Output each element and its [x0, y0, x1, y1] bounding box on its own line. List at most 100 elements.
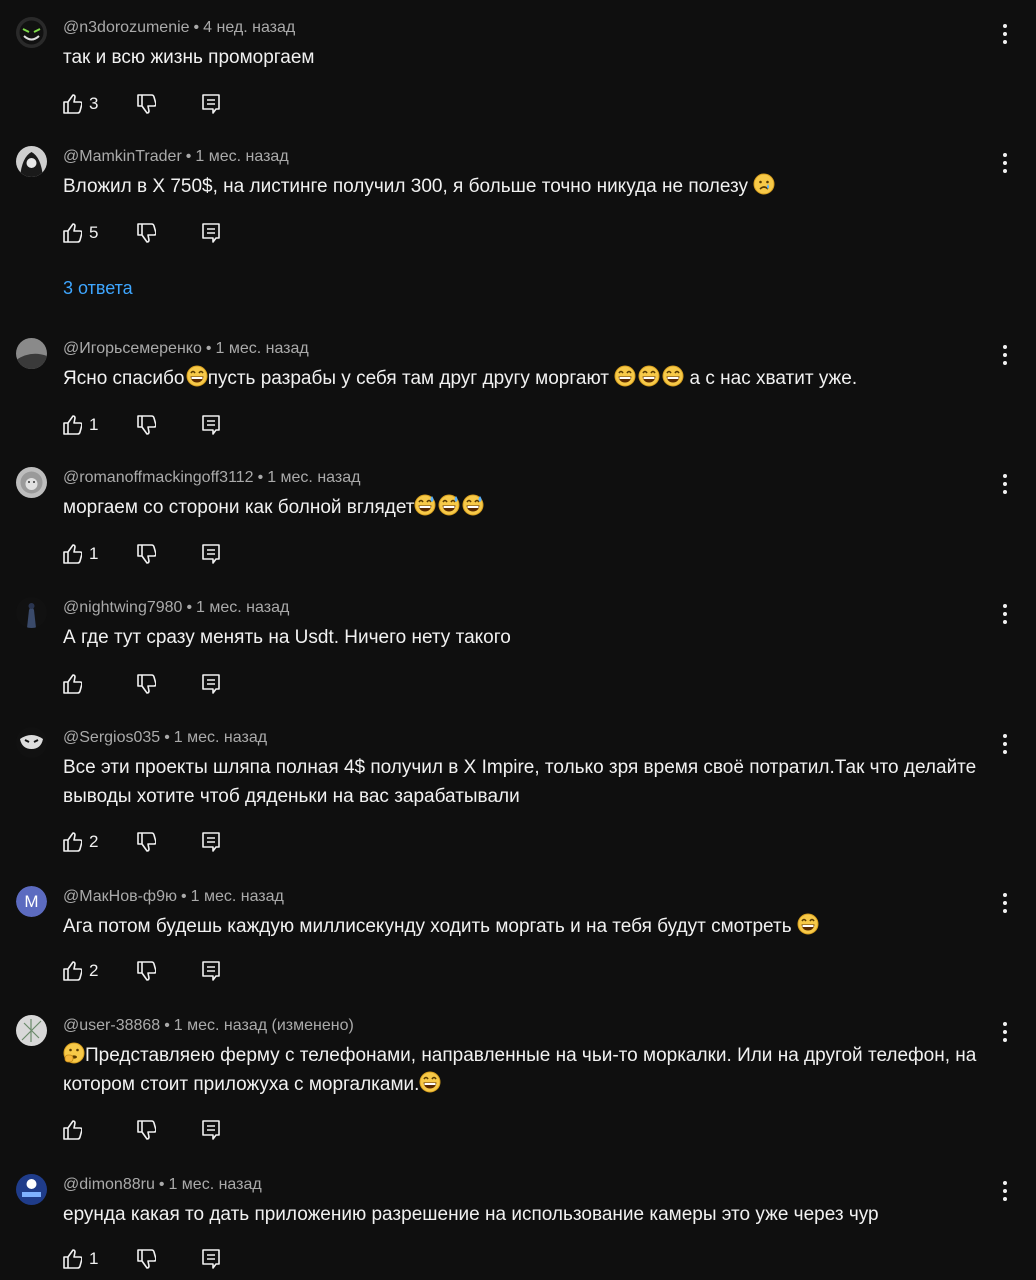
like-icon — [63, 94, 82, 114]
dislike-icon — [137, 94, 156, 114]
more-options-icon[interactable] — [997, 892, 1013, 914]
reply-icon — [202, 94, 220, 114]
comment-time[interactable]: 1 мес. назад — [174, 729, 267, 746]
dislike-icon — [137, 832, 156, 852]
comment-text: так и всю жизнь проморгаем — [63, 47, 315, 68]
comment-author[interactable]: @МакНов-ф9ю — [63, 888, 177, 905]
comment-author[interactable]: @dimon88ru — [63, 1176, 155, 1193]
dislike-button[interactable] — [136, 831, 156, 853]
more-options-icon[interactable] — [997, 603, 1013, 625]
like-count: 2 — [89, 832, 99, 851]
comment-author[interactable]: @MamkinTrader — [63, 148, 182, 165]
like-button[interactable]: 2 — [62, 831, 98, 853]
gray-photo-avatar[interactable] — [16, 338, 47, 369]
dislike-button[interactable] — [136, 1248, 156, 1270]
like-icon — [63, 961, 82, 981]
like-count: 1 — [89, 1249, 99, 1268]
reply-button[interactable] — [201, 673, 221, 695]
more-options-icon[interactable] — [997, 1180, 1013, 1202]
reply-button[interactable] — [201, 222, 221, 244]
more-options-icon[interactable] — [997, 733, 1013, 755]
like-button[interactable]: 2 — [62, 960, 98, 982]
like-button[interactable]: 1 — [62, 414, 98, 436]
reply-button[interactable] — [201, 831, 221, 853]
comment-time[interactable]: 1 мес. назад — [168, 1176, 261, 1193]
reply-button[interactable] — [201, 93, 221, 115]
more-options-icon[interactable] — [997, 344, 1013, 366]
reply-button[interactable] — [201, 1248, 221, 1270]
dislike-icon — [137, 1249, 156, 1269]
comment-time[interactable]: 1 мес. назад — [215, 340, 308, 357]
comment-meta: @n3dorozumenie • 4 нед. назад — [63, 19, 296, 36]
sketch-avatar[interactable] — [16, 1015, 47, 1046]
reply-icon — [202, 674, 220, 694]
letter-avatar[interactable]: М — [16, 886, 47, 917]
dislike-button[interactable] — [136, 960, 156, 982]
grinning-face-emoji — [185, 365, 208, 387]
masked-face-avatar[interactable] — [16, 17, 47, 48]
like-button[interactable] — [62, 1119, 89, 1141]
comment-author[interactable]: @n3dorozumenie — [63, 19, 190, 36]
reply-button[interactable] — [201, 960, 221, 982]
like-button[interactable]: 5 — [62, 222, 98, 244]
reply-icon — [202, 415, 220, 435]
comment-text: Ясно спасибо пусть разрабы у себя там др… — [63, 364, 1003, 393]
grinning-face-emoji — [614, 365, 637, 387]
comment-meta: @nightwing7980 • 1 мес. назад — [63, 599, 290, 616]
grinning-face-emoji — [638, 365, 661, 387]
reply-icon — [202, 832, 220, 852]
comment-meta: @Sergios035 • 1 мес. назад — [63, 729, 268, 746]
comment-author[interactable]: @nightwing7980 — [63, 599, 182, 616]
lion-avatar[interactable] — [16, 467, 47, 498]
more-options-icon[interactable] — [997, 23, 1013, 45]
comment-author[interactable]: @Sergios035 — [63, 729, 160, 746]
dislike-icon — [137, 1120, 156, 1140]
reply-button[interactable] — [201, 414, 221, 436]
blue-logo-avatar[interactable] — [16, 1174, 47, 1205]
reply-icon — [202, 544, 220, 564]
hand-over-mouth-emoji — [63, 1042, 85, 1064]
comment-text: Ага потом будешь каждую миллисекунду ход… — [63, 912, 1003, 941]
dislike-button[interactable] — [136, 673, 156, 695]
comment-time[interactable]: 1 мес. назад — [191, 888, 284, 905]
like-icon — [63, 415, 82, 435]
dislike-button[interactable] — [136, 1119, 156, 1141]
reply-icon — [202, 1249, 220, 1269]
view-replies-link[interactable]: 3 ответа — [63, 278, 133, 299]
comment-time[interactable]: 1 мес. назад — [196, 599, 289, 616]
mask-logo-avatar[interactable] — [16, 727, 47, 758]
comment-author[interactable]: @user-38868 — [63, 1017, 160, 1034]
like-icon — [63, 832, 82, 852]
like-button[interactable]: 3 — [62, 93, 98, 115]
crying-face-emoji — [753, 173, 776, 195]
dark-figure-avatar[interactable] — [16, 597, 47, 628]
comment-text: Представляею ферму с телефонами, направл… — [63, 1041, 1003, 1099]
dislike-button[interactable] — [136, 414, 156, 436]
reply-button[interactable] — [201, 543, 221, 565]
dislike-button[interactable] — [136, 543, 156, 565]
dislike-button[interactable] — [136, 93, 156, 115]
comment-time[interactable]: 4 нед. назад — [203, 19, 295, 36]
like-button[interactable] — [62, 673, 89, 695]
comment-text: Вложил в X 750$, на листинге получил 300… — [63, 172, 1003, 201]
dislike-icon — [137, 674, 156, 694]
more-options-icon[interactable] — [997, 1021, 1013, 1043]
like-icon — [63, 1120, 82, 1140]
comment-author[interactable]: @Игорьсемеренко — [63, 340, 202, 357]
like-count: 5 — [89, 223, 99, 242]
like-button[interactable]: 1 — [62, 543, 98, 565]
grinning-face-emoji — [797, 913, 819, 935]
like-icon — [63, 544, 82, 564]
hooded-figure-avatar[interactable] — [16, 146, 47, 177]
like-button[interactable]: 1 — [62, 1248, 98, 1270]
more-options-icon[interactable] — [997, 152, 1013, 174]
dislike-icon — [137, 415, 156, 435]
comment-author[interactable]: @romanoffmackingoff3112 — [63, 469, 254, 486]
more-options-icon[interactable] — [997, 473, 1013, 495]
comment-time[interactable]: 1 мес. назад — [267, 469, 360, 486]
comment-time[interactable]: 1 мес. назад — [195, 148, 288, 165]
like-count: 2 — [89, 961, 99, 980]
dislike-button[interactable] — [136, 222, 156, 244]
reply-button[interactable] — [201, 1119, 221, 1141]
comment-time[interactable]: 1 мес. назад (изменено) — [174, 1017, 354, 1034]
